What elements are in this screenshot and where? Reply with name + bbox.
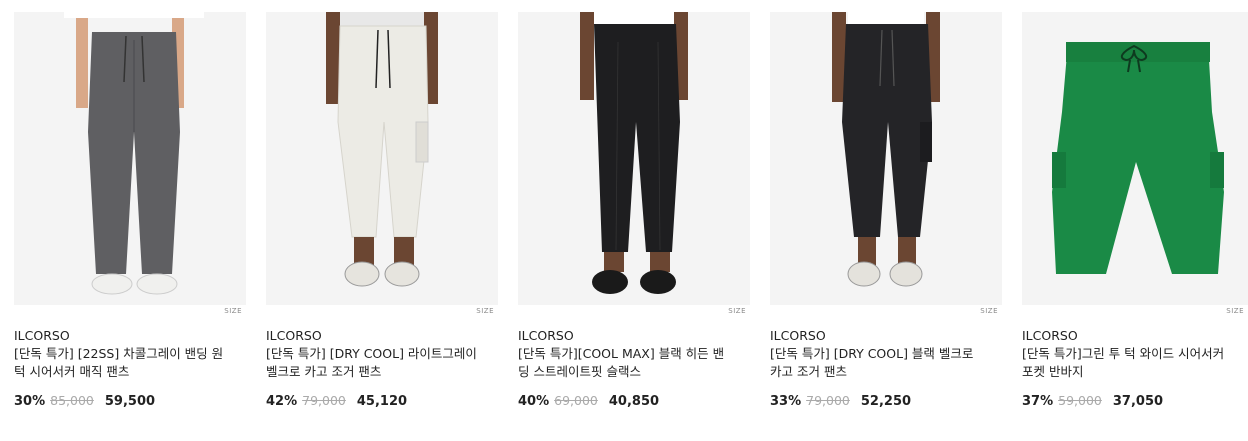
product-image[interactable] bbox=[14, 12, 246, 305]
price-row: 30% 85,000 59,500 bbox=[14, 393, 246, 410]
product-title[interactable]: [단독 특가][COOL MAX] 블랙 히든 밴딩 스트레이트핏 슬랙스 bbox=[518, 345, 750, 381]
size-label[interactable]: SIZE bbox=[224, 307, 242, 315]
brand-name[interactable]: ILCORSO bbox=[770, 328, 1002, 344]
discount-rate: 42% bbox=[266, 394, 298, 409]
size-label[interactable]: SIZE bbox=[476, 307, 494, 315]
discount-rate: 33% bbox=[770, 394, 802, 409]
product-image[interactable] bbox=[518, 12, 750, 305]
size-label[interactable]: SIZE bbox=[1226, 307, 1244, 315]
sale-price: 45,120 bbox=[356, 394, 408, 409]
size-label[interactable]: SIZE bbox=[728, 307, 746, 315]
original-price: 69,000 bbox=[554, 393, 598, 408]
discount-rate: 40% bbox=[518, 394, 550, 409]
original-price: 79,000 bbox=[806, 393, 850, 408]
product-photo-black-slacks bbox=[580, 12, 688, 294]
brand-name[interactable]: ILCORSO bbox=[14, 328, 246, 344]
product-title[interactable]: [단독 특가] [DRY COOL] 라이트그레이 벨크로 카고 조거 팬츠 bbox=[266, 345, 498, 381]
price-row: 40% 69,000 40,850 bbox=[518, 393, 750, 410]
product-card[interactable]: SIZE ILCORSO [단독 특가] [DRY COOL] 라이트그레이 벨… bbox=[266, 12, 498, 410]
price-row: 37% 59,000 37,050 bbox=[1022, 393, 1248, 410]
discount-rate: 37% bbox=[1022, 394, 1054, 409]
sale-price: 52,250 bbox=[860, 394, 912, 409]
original-price: 79,000 bbox=[302, 393, 346, 408]
brand-name[interactable]: ILCORSO bbox=[266, 328, 498, 344]
sale-price: 59,500 bbox=[104, 394, 156, 409]
product-title[interactable]: [단독 특가] [DRY COOL] 블랙 벨크로 카고 조거 팬츠 bbox=[770, 345, 1002, 381]
product-photo-lightgray-joggers bbox=[326, 12, 438, 287]
product-photo-charcoal-pants bbox=[64, 12, 204, 295]
product-image[interactable] bbox=[1022, 12, 1248, 305]
product-card[interactable]: SIZE ILCORSO [단독 특가] [22SS] 차콜그레이 밴딩 원 턱… bbox=[14, 12, 246, 410]
original-price: 85,000 bbox=[50, 393, 94, 408]
original-price: 59,000 bbox=[1058, 393, 1102, 408]
product-image[interactable] bbox=[266, 12, 498, 305]
discount-rate: 30% bbox=[14, 394, 46, 409]
product-photo-green-shorts bbox=[1052, 42, 1224, 274]
product-card[interactable]: SIZE ILCORSO [단독 특가][COOL MAX] 블랙 히든 밴딩 … bbox=[518, 12, 750, 410]
price-row: 42% 79,000 45,120 bbox=[266, 393, 498, 410]
product-grid: SIZE ILCORSO [단독 특가] [22SS] 차콜그레이 밴딩 원 턱… bbox=[14, 12, 1248, 410]
product-card[interactable]: SIZE ILCORSO [단독 특가] [DRY COOL] 블랙 벨크로 카… bbox=[770, 12, 1002, 410]
sale-price: 37,050 bbox=[1112, 394, 1164, 409]
product-image[interactable] bbox=[770, 12, 1002, 305]
product-card[interactable]: SIZE ILCORSO [단독 특가]그린 투 턱 와이드 시어서커 포켓 반… bbox=[1022, 12, 1248, 410]
size-label[interactable]: SIZE bbox=[980, 307, 998, 315]
product-title[interactable]: [단독 특가] [22SS] 차콜그레이 밴딩 원 턱 시어서커 매직 팬츠 bbox=[14, 345, 246, 381]
sale-price: 40,850 bbox=[608, 394, 660, 409]
product-photo-black-joggers bbox=[832, 12, 940, 287]
brand-name[interactable]: ILCORSO bbox=[1022, 328, 1248, 344]
price-row: 33% 79,000 52,250 bbox=[770, 393, 1002, 410]
brand-name[interactable]: ILCORSO bbox=[518, 328, 750, 344]
product-title[interactable]: [단독 특가]그린 투 턱 와이드 시어서커 포켓 반바지 bbox=[1022, 345, 1248, 381]
